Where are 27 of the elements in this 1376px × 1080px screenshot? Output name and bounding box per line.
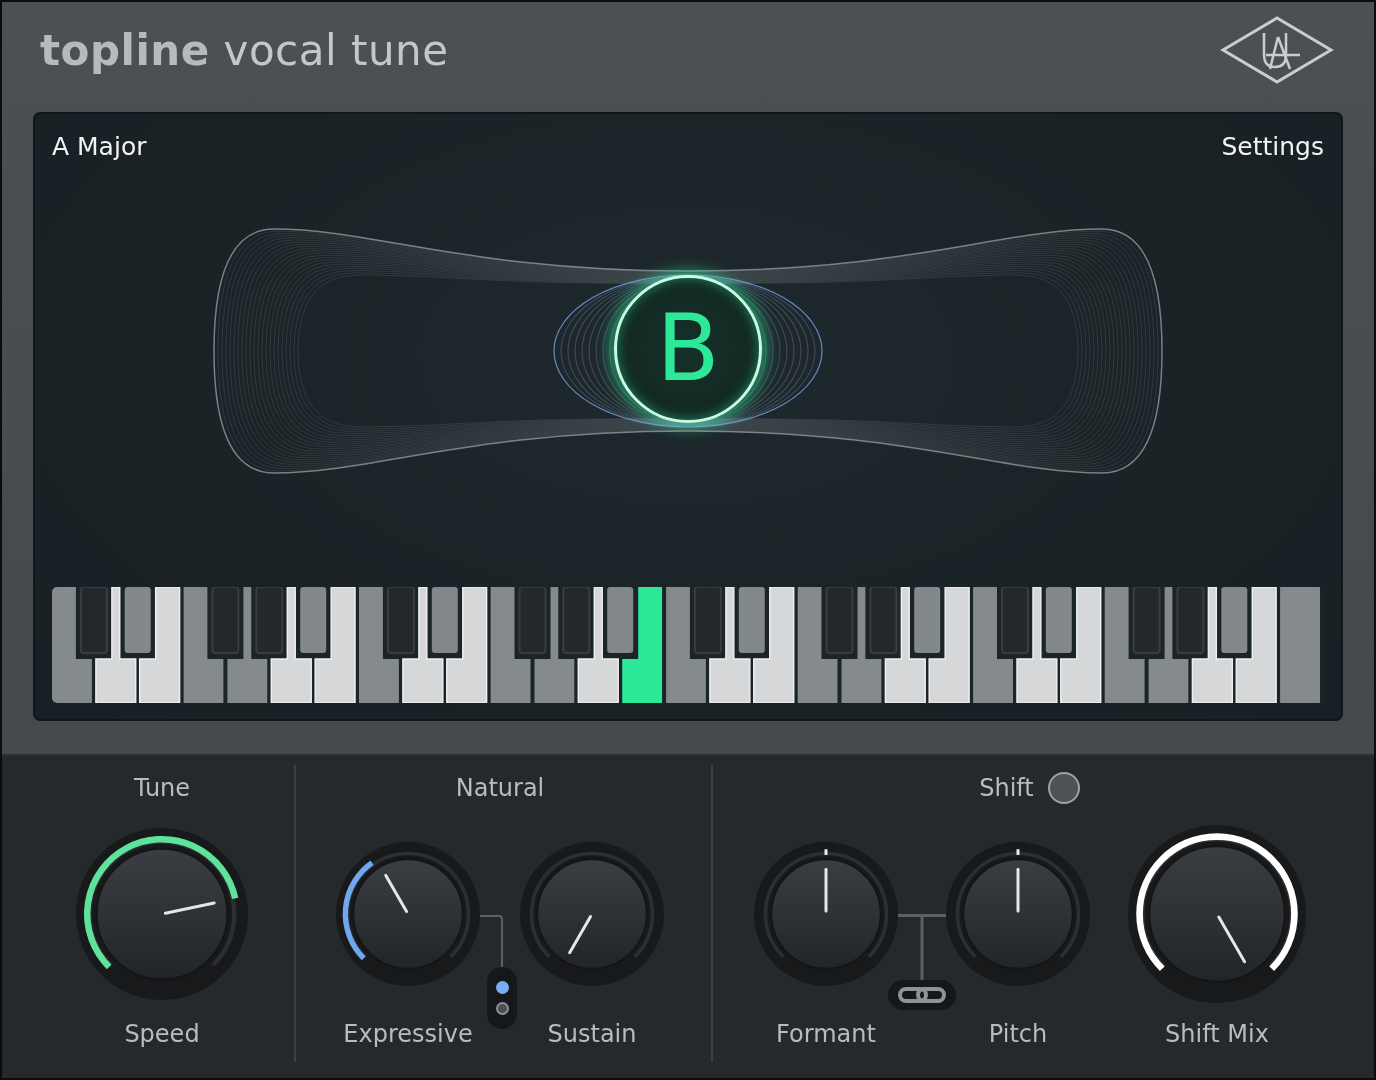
knob-label: Expressive bbox=[343, 1020, 473, 1048]
connector-line bbox=[898, 914, 946, 980]
option-dot[interactable] bbox=[495, 981, 509, 994]
knob-label: Shift Mix bbox=[1165, 1020, 1269, 1048]
piano-keyboard[interactable] bbox=[52, 587, 1324, 703]
knob-label: Speed bbox=[124, 1020, 200, 1048]
shift-toggle[interactable] bbox=[1047, 772, 1080, 804]
option-dot[interactable] bbox=[495, 1002, 509, 1015]
knob[interactable] bbox=[76, 828, 248, 1000]
link-icon bbox=[898, 986, 946, 1004]
note-indicator: B bbox=[614, 275, 762, 423]
knob-label: Sustain bbox=[547, 1020, 637, 1048]
settings-button[interactable]: Settings bbox=[1221, 128, 1324, 164]
knob[interactable] bbox=[1128, 825, 1306, 1003]
section-title: Shift bbox=[979, 774, 1034, 802]
knob-label: Formant bbox=[776, 1020, 876, 1048]
piano-key[interactable] bbox=[622, 587, 663, 703]
key-selector[interactable]: A Major bbox=[52, 128, 147, 164]
connector-line bbox=[480, 915, 504, 970]
mode-switch[interactable] bbox=[487, 967, 517, 1029]
link-button[interactable] bbox=[888, 980, 956, 1010]
brand-logo-icon bbox=[1220, 15, 1334, 85]
product-title: topline vocal tune bbox=[40, 25, 449, 75]
section-title: Natural bbox=[455, 774, 545, 802]
section-title: Tune bbox=[133, 774, 191, 802]
knob-label: Pitch bbox=[988, 1020, 1048, 1048]
knob[interactable] bbox=[336, 842, 480, 986]
